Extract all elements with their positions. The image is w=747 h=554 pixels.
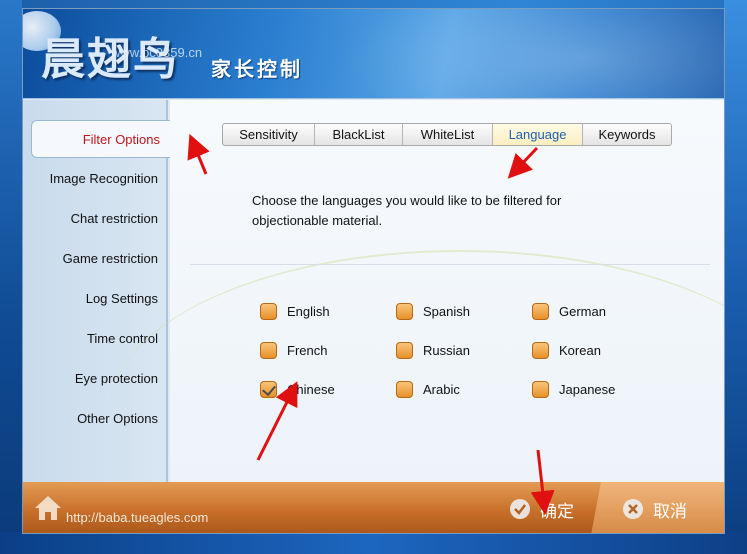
cancel-button-label: 取消	[653, 501, 687, 521]
checkbox-box	[532, 341, 549, 359]
language-checkbox-japanese[interactable]: Japanese	[532, 379, 615, 399]
tab-sensitivity[interactable]: Sensitivity	[223, 124, 315, 145]
tab-bar: Sensitivity BlackList WhiteList Language…	[222, 123, 672, 146]
tab-language[interactable]: Language	[493, 124, 583, 145]
tab-keywords[interactable]: Keywords	[583, 124, 671, 145]
language-checkbox-russian[interactable]: Russian	[396, 340, 470, 360]
checkbox-label: German	[559, 303, 606, 319]
watermark-site: www.pc0359.cn	[111, 45, 203, 60]
language-checkbox-arabic[interactable]: Arabic	[396, 379, 460, 399]
desktop-background-left	[0, 0, 22, 554]
check-circle-icon	[510, 499, 530, 519]
checkbox-label: Japanese	[559, 381, 616, 397]
cancel-button[interactable]: 取消	[623, 496, 687, 522]
language-checkbox-spanish[interactable]: Spanish	[396, 301, 470, 321]
checkbox-label: Russian	[423, 342, 470, 358]
close-circle-icon	[623, 499, 643, 519]
checkbox-box	[260, 302, 277, 320]
checkbox-box	[396, 380, 413, 398]
checkbox-box	[532, 302, 549, 320]
language-checkbox-english[interactable]: English	[260, 301, 330, 321]
language-checkbox-chinese[interactable]: Chinese	[260, 379, 335, 399]
checkbox-label: Chinese	[287, 381, 335, 397]
home-icon[interactable]	[33, 494, 63, 522]
sidebar-item-chat-restriction[interactable]: Chat restriction	[31, 200, 168, 238]
content-panel: Sensitivity BlackList WhiteList Language…	[110, 100, 724, 482]
checkbox-label: English	[287, 303, 330, 319]
separator	[190, 264, 710, 265]
ok-button[interactable]: 确定	[510, 496, 574, 522]
sidebar-item-log-settings[interactable]: Log Settings	[31, 280, 168, 318]
tab-whitelist[interactable]: WhiteList	[403, 124, 493, 145]
sidebar-item-image-recognition[interactable]: Image Recognition	[31, 160, 168, 198]
language-checkbox-french[interactable]: French	[260, 340, 327, 360]
checkbox-box	[396, 302, 413, 320]
desktop-background-right	[724, 0, 747, 554]
parental-control-window: 晨翅鸟 www.pc0359.cn 家长控制 Filter Options Im…	[22, 8, 725, 534]
checkbox-label: French	[287, 342, 328, 358]
checkbox-box	[532, 380, 549, 398]
language-checkbox-german[interactable]: German	[532, 301, 606, 321]
window-footer: http://baba.tueagles.com 确定 取消	[23, 482, 724, 533]
window-header: 晨翅鸟 www.pc0359.cn 家长控制	[23, 9, 724, 149]
checkbox-box-checked	[260, 380, 277, 398]
footer-url[interactable]: http://baba.tueagles.com	[66, 510, 208, 525]
checkbox-label: Arabic	[423, 381, 460, 397]
sidebar-item-filter-options[interactable]: Filter Options	[31, 120, 170, 158]
desktop-background-bottom	[0, 532, 747, 554]
language-description: Choose the languages you would like to b…	[252, 193, 562, 228]
sidebar-item-game-restriction[interactable]: Game restriction	[31, 240, 168, 278]
checkbox-label: Korean	[559, 342, 601, 358]
ok-button-label: 确定	[540, 501, 574, 521]
checkbox-box	[396, 341, 413, 359]
checkbox-label: Spanish	[423, 303, 470, 319]
tab-blacklist[interactable]: BlackList	[315, 124, 403, 145]
app-subtitle: 家长控制	[211, 59, 303, 81]
checkbox-box	[260, 341, 277, 359]
language-checkbox-korean[interactable]: Korean	[532, 340, 601, 360]
